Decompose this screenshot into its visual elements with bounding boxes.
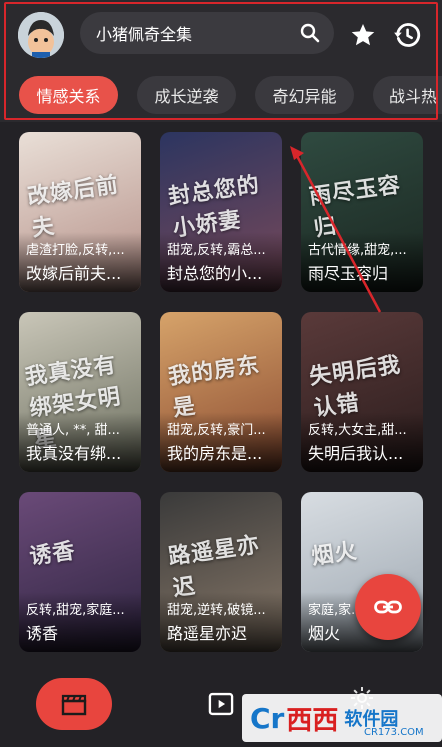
- drama-title: 失明后我认...: [308, 444, 404, 463]
- history-icon[interactable]: [393, 21, 421, 49]
- drama-card[interactable]: 我的房东是 甜宠,反转,豪门... 我的房东是...: [160, 312, 282, 472]
- avatar-illustration: [18, 12, 64, 58]
- tab-growth[interactable]: 成长逆袭: [137, 76, 236, 114]
- video-play-icon[interactable]: [207, 690, 235, 718]
- link-icon: [374, 600, 402, 614]
- link-fab-button[interactable]: [355, 574, 421, 640]
- drama-tags: 甜宠,逆转,破镜...: [167, 603, 266, 618]
- drama-title: 改嫁后前夫...: [26, 264, 122, 283]
- search-input-text[interactable]: 小猪佩奇全集: [96, 21, 192, 45]
- watermark-logo: Cr: [250, 701, 285, 735]
- favorites-star-icon[interactable]: [350, 22, 376, 48]
- drama-tags: 古代情缘,甜宠,...: [308, 243, 407, 258]
- drama-tags: 虐渣打脸,反转,...: [26, 243, 125, 258]
- search-bar[interactable]: 小猪佩奇全集: [80, 12, 334, 54]
- watermark-url: CR173.COM: [364, 727, 424, 738]
- clapperboard-icon: [61, 694, 87, 716]
- drama-tags: 甜宠,反转,豪门...: [167, 423, 266, 438]
- drama-card[interactable]: 雨尽玉容归 古代情缘,甜宠,... 雨尽玉容归: [301, 132, 423, 292]
- search-icon[interactable]: [300, 23, 320, 43]
- drama-tags: 普通人, **, 甜...: [26, 423, 120, 438]
- category-tabs: 情感关系 成长逆袭 奇幻异能 战斗热: [0, 76, 442, 114]
- drama-title: 我真没有绑...: [26, 444, 122, 463]
- watermark-brand: 西西: [286, 705, 339, 736]
- drama-tags: 甜宠,反转,霸总...: [167, 243, 266, 258]
- tab-emotion[interactable]: 情感关系: [19, 76, 118, 114]
- nav-theater-button[interactable]: [36, 678, 112, 730]
- tab-fantasy[interactable]: 奇幻异能: [255, 76, 354, 114]
- site-watermark: Cr 西西 软件园 CR173.COM: [242, 694, 442, 742]
- avatar[interactable]: [18, 12, 64, 58]
- drama-card[interactable]: 我真没有绑架女明星 普通人, **, 甜... 我真没有绑...: [19, 312, 141, 472]
- drama-tags: 反转,大女主,甜...: [308, 423, 407, 438]
- drama-title: 我的房东是...: [167, 444, 263, 463]
- drama-card[interactable]: 改嫁后前夫 虐渣打脸,反转,... 改嫁后前夫...: [19, 132, 141, 292]
- drama-card[interactable]: 路遥星亦迟 甜宠,逆转,破镜... 路遥星亦迟: [160, 492, 282, 652]
- drama-tags: 反转,甜宠,家庭...: [26, 603, 125, 618]
- top-bar: 小猪佩奇全集 情感关系 成长逆袭 奇幻异能 战斗热: [0, 0, 442, 122]
- tab-battle[interactable]: 战斗热: [373, 76, 442, 114]
- drama-title: 诱香: [26, 624, 59, 643]
- drama-card[interactable]: 失明后我认错 反转,大女主,甜... 失明后我认...: [301, 312, 423, 472]
- drama-card[interactable]: 封总您的小娇妻 甜宠,反转,霸总... 封总您的小...: [160, 132, 282, 292]
- drama-title: 封总您的小...: [167, 264, 263, 283]
- drama-card[interactable]: 诱香 反转,甜宠,家庭... 诱香: [19, 492, 141, 652]
- drama-title: 路遥星亦迟: [167, 624, 248, 643]
- drama-title: 雨尽玉容归: [308, 264, 389, 283]
